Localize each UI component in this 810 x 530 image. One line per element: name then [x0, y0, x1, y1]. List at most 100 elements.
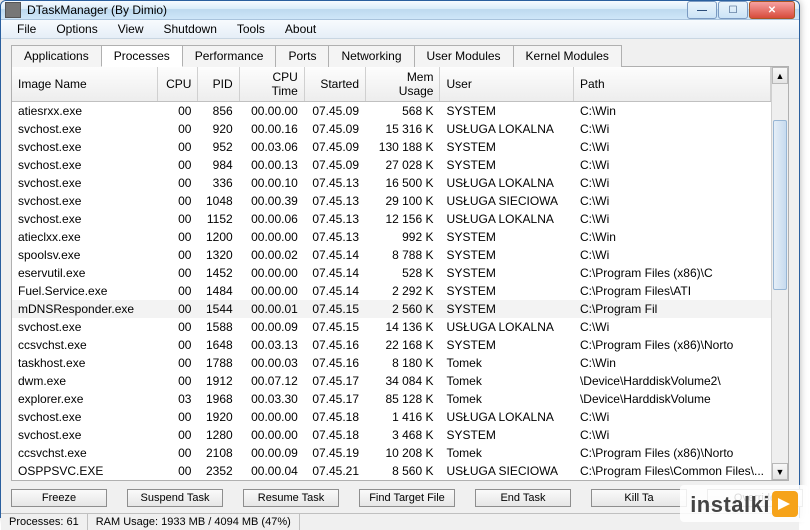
cell-cpu: 00 — [157, 462, 198, 480]
table-row[interactable]: svchost.exe00158800.00.0907.45.1514 136 … — [12, 318, 771, 336]
cell-cpu: 00 — [157, 282, 198, 300]
cell-name: svchost.exe — [12, 318, 157, 336]
suspend-button[interactable]: Suspend Task — [127, 489, 223, 507]
scroll-down-arrow[interactable]: ▼ — [772, 463, 788, 480]
col-image-name[interactable]: Image Name — [12, 67, 157, 102]
col-started[interactable]: Started — [304, 67, 365, 102]
cell-cputime: 00.03.30 — [239, 390, 304, 408]
cell-started: 07.45.18 — [304, 408, 365, 426]
table-row[interactable]: svchost.exe00104800.00.3907.45.1329 100 … — [12, 192, 771, 210]
cell-cputime: 00.00.03 — [239, 354, 304, 372]
menu-about[interactable]: About — [275, 20, 326, 38]
cell-user: SYSTEM — [440, 156, 573, 174]
table-row[interactable]: svchost.exe0098400.00.1307.45.0927 028 K… — [12, 156, 771, 174]
menu-tools[interactable]: Tools — [227, 20, 275, 38]
table-row[interactable]: atiesrxx.exe0085600.00.0007.45.09568 KSY… — [12, 102, 771, 121]
cell-user: Tomek — [440, 444, 573, 462]
scroll-thumb[interactable] — [773, 120, 787, 290]
cell-mem: 15 316 K — [366, 120, 440, 138]
minimize-button[interactable] — [687, 1, 717, 19]
table-row[interactable]: svchost.exe0095200.03.0607.45.09130 188 … — [12, 138, 771, 156]
cell-path: C:\Wi — [573, 120, 770, 138]
table-row[interactable]: mDNSResponder.exe00154400.00.0107.45.152… — [12, 300, 771, 318]
menu-options[interactable]: Options — [46, 20, 107, 38]
cell-mem: 14 136 K — [366, 318, 440, 336]
table-row[interactable]: OSPPSVC.EXE00235200.00.0407.45.218 560 K… — [12, 462, 771, 480]
col-cpu-time[interactable]: CPU Time — [239, 67, 304, 102]
tab-kernel-modules[interactable]: Kernel Modules — [513, 45, 622, 67]
table-row[interactable]: dwm.exe00191200.07.1207.45.1734 084 KTom… — [12, 372, 771, 390]
kill-task-button[interactable]: Kill Ta — [591, 489, 687, 507]
cell-user: SYSTEM — [440, 336, 573, 354]
cell-name: mDNSResponder.exe — [12, 300, 157, 318]
cell-name: ccsvchst.exe — [12, 444, 157, 462]
cell-mem: 528 K — [366, 264, 440, 282]
resume-button[interactable]: Resume Task — [243, 489, 339, 507]
cell-path: C:\Win — [573, 354, 770, 372]
cell-path: C:\Wi — [573, 138, 770, 156]
vertical-scrollbar[interactable]: ▲ ▼ — [771, 67, 788, 480]
freeze-button[interactable]: Freeze — [11, 489, 107, 507]
cell-mem: 130 188 K — [366, 138, 440, 156]
cell-pid: 1920 — [198, 408, 239, 426]
tab-user-modules[interactable]: User Modules — [414, 45, 514, 67]
cell-name: taskhost.exe — [12, 354, 157, 372]
cell-pid: 1152 — [198, 210, 239, 228]
col-user[interactable]: User — [440, 67, 573, 102]
col-pid[interactable]: PID — [198, 67, 239, 102]
cell-cpu: 03 — [157, 390, 198, 408]
column-header-row: Image Name CPU PID CPU Time Started Mem … — [12, 67, 771, 102]
cell-pid: 2108 — [198, 444, 239, 462]
menu-view[interactable]: View — [108, 20, 154, 38]
table-row[interactable]: svchost.exe00115200.00.0607.45.1312 156 … — [12, 210, 771, 228]
cell-cpu: 00 — [157, 228, 198, 246]
play-icon — [772, 491, 798, 517]
col-cpu[interactable]: CPU — [157, 67, 198, 102]
close-button[interactable] — [749, 1, 795, 19]
cell-cputime: 00.00.39 — [239, 192, 304, 210]
tab-performance[interactable]: Performance — [182, 45, 277, 67]
table-row[interactable]: svchost.exe00192000.00.0007.45.181 416 K… — [12, 408, 771, 426]
table-row[interactable]: ccsvchst.exe00210800.00.0907.45.1910 208… — [12, 444, 771, 462]
cell-cputime: 00.00.10 — [239, 174, 304, 192]
tab-ports[interactable]: Ports — [275, 45, 329, 67]
menubar: File Options View Shutdown Tools About — [1, 20, 799, 39]
tab-processes[interactable]: Processes — [101, 45, 183, 67]
cell-path: C:\Wi — [573, 318, 770, 336]
cell-path: C:\Win — [573, 102, 770, 121]
maximize-button[interactable] — [718, 1, 748, 19]
cell-mem: 85 128 K — [366, 390, 440, 408]
table-row[interactable]: atieclxx.exe00120000.00.0007.45.13992 KS… — [12, 228, 771, 246]
table-row[interactable]: ccsvchst.exe00164800.03.1307.45.1622 168… — [12, 336, 771, 354]
cell-pid: 952 — [198, 138, 239, 156]
cell-path: C:\Wi — [573, 174, 770, 192]
col-mem-usage[interactable]: Mem Usage — [366, 67, 440, 102]
table-row[interactable]: taskhost.exe00178800.00.0307.45.168 180 … — [12, 354, 771, 372]
tab-networking[interactable]: Networking — [328, 45, 414, 67]
table-row[interactable]: Fuel.Service.exe00148400.00.0007.45.142 … — [12, 282, 771, 300]
cell-path: C:\Program Files\ATI — [573, 282, 770, 300]
end-task-button[interactable]: End Task — [475, 489, 571, 507]
menu-shutdown[interactable]: Shutdown — [154, 20, 227, 38]
cell-user: SYSTEM — [440, 300, 573, 318]
col-path[interactable]: Path — [573, 67, 770, 102]
cell-user: USŁUGA SIECIOWA — [440, 192, 573, 210]
cell-path: C:\Win — [573, 228, 770, 246]
cell-path: C:\Program Files (x86)\C — [573, 264, 770, 282]
tab-applications[interactable]: Applications — [11, 45, 102, 67]
cell-pid: 1452 — [198, 264, 239, 282]
table-row[interactable]: svchost.exe0033600.00.1007.45.1316 500 K… — [12, 174, 771, 192]
table-row[interactable]: spoolsv.exe00132000.00.0207.45.148 788 K… — [12, 246, 771, 264]
scroll-track[interactable] — [772, 84, 788, 463]
titlebar[interactable]: DTaskManager (By Dimio) — [1, 1, 799, 20]
scroll-up-arrow[interactable]: ▲ — [772, 67, 788, 84]
table-row[interactable]: eservutil.exe00145200.00.0007.45.14528 K… — [12, 264, 771, 282]
table-row[interactable]: explorer.exe03196800.03.3007.45.1785 128… — [12, 390, 771, 408]
find-target-button[interactable]: Find Target File — [359, 489, 455, 507]
table-row[interactable]: svchost.exe00128000.00.0007.45.183 468 K… — [12, 426, 771, 444]
cell-pid: 1200 — [198, 228, 239, 246]
cell-started: 07.45.19 — [304, 444, 365, 462]
cell-path: C:\Wi — [573, 408, 770, 426]
table-row[interactable]: svchost.exe0092000.00.1607.45.0915 316 K… — [12, 120, 771, 138]
menu-file[interactable]: File — [7, 20, 46, 38]
